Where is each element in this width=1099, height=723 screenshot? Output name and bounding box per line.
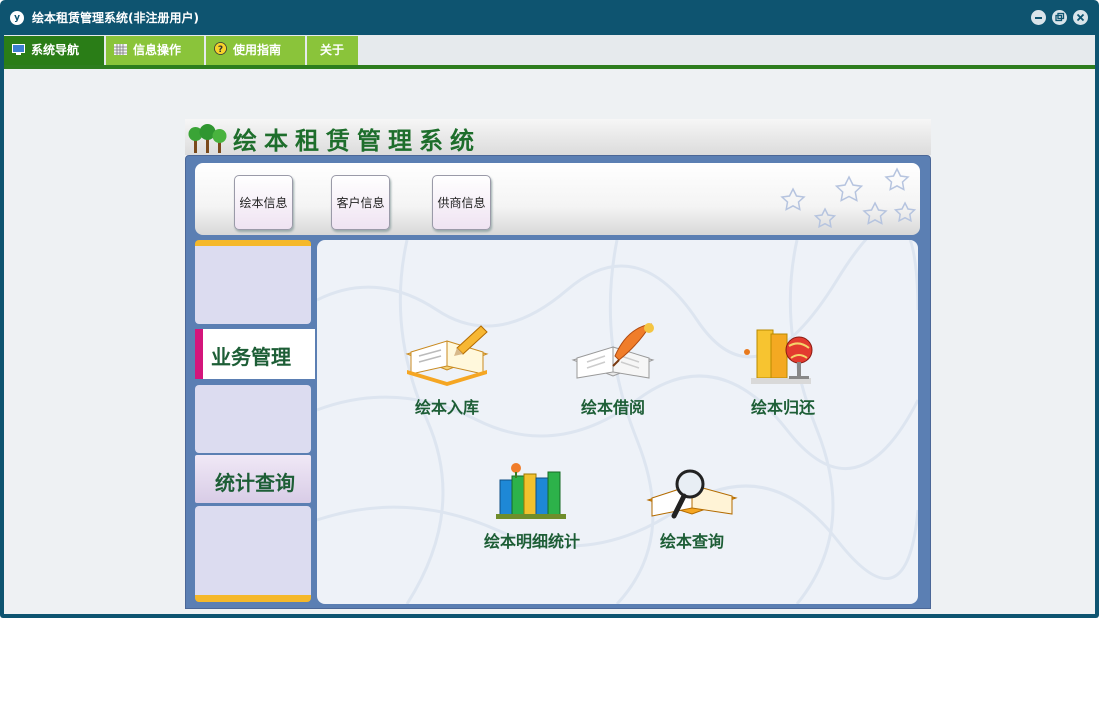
menu-info-ops[interactable]: 信息操作 bbox=[106, 36, 204, 65]
menu-label: 关于 bbox=[320, 43, 345, 57]
book-info-button[interactable]: 绘本信息 bbox=[234, 175, 293, 230]
trees-logo bbox=[188, 124, 227, 153]
menu-label: 信息操作 bbox=[133, 43, 182, 57]
help-icon: ? bbox=[214, 37, 227, 55]
sidebar-panel bbox=[195, 506, 311, 602]
stone-background-pattern bbox=[317, 240, 918, 604]
client-area: 系统导航 信息操作 ? 使用指南 关于 绘本租赁管理系统 绘本信息 客户信息 供… bbox=[4, 35, 1095, 614]
supplier-info-button[interactable]: 供商信息 bbox=[432, 175, 491, 230]
book-search-item[interactable]: 绘本查询 bbox=[637, 464, 747, 552]
book-detail-statistics-item[interactable]: 绘本明细统计 bbox=[467, 460, 597, 552]
open-book-quill-icon bbox=[571, 323, 655, 379]
app-window: y 绘本租赁管理系统(非注册用户) 系统导航 信息操作 ? 使用指南 关于 绘本… bbox=[0, 0, 1099, 618]
sidebar-tab-business[interactable]: 业务管理 bbox=[195, 329, 315, 379]
main-panel: 绘本入库 绘本借阅 绘本归还 绘本明细统计 绘本查询 bbox=[317, 240, 918, 604]
menu-user-guide[interactable]: ? 使用指南 bbox=[206, 36, 305, 65]
menu-label: 使用指南 bbox=[233, 43, 282, 57]
system-header: 绘本租赁管理系统 bbox=[185, 119, 931, 155]
book-pencil-icon bbox=[405, 325, 489, 386]
close-icon[interactable] bbox=[1073, 10, 1088, 25]
nav-frame: 绘本信息 客户信息 供商信息 业务管理 统计查询 绘本入库 绘本借阅 绘本归还 … bbox=[185, 155, 931, 609]
feature-label: 绘本入库 bbox=[414, 398, 479, 417]
minimize-icon[interactable] bbox=[1031, 10, 1046, 25]
app-icon: y bbox=[10, 11, 24, 25]
sidebar-tab-label: 统计查询 bbox=[215, 471, 295, 495]
sidebar-panel bbox=[195, 385, 311, 453]
feature-label: 绘本归还 bbox=[750, 398, 815, 417]
menu-about[interactable]: 关于 bbox=[307, 36, 358, 65]
window-title: 绘本租赁管理系统(非注册用户) bbox=[32, 11, 199, 25]
menu-label: 系统导航 bbox=[31, 43, 80, 57]
sidebar-tab-label: 业务管理 bbox=[211, 345, 291, 369]
feature-label: 绘本借阅 bbox=[580, 398, 645, 417]
sidebar: 业务管理 统计查询 bbox=[195, 240, 315, 603]
monitor-icon bbox=[12, 37, 25, 55]
title-bar[interactable]: y 绘本租赁管理系统(非注册用户) bbox=[0, 0, 1099, 35]
sidebar-panel bbox=[195, 240, 311, 324]
book-storage-item[interactable]: 绘本入库 bbox=[387, 320, 507, 418]
book-stack-globe-icon bbox=[744, 329, 813, 384]
system-title: 绘本租赁管理系统 bbox=[233, 127, 481, 155]
feature-label: 绘本明细统计 bbox=[483, 532, 580, 551]
magnifier-book-icon bbox=[646, 469, 738, 519]
sidebar-tab-statistics[interactable]: 统计查询 bbox=[195, 455, 311, 503]
top-button-bar: 绘本信息 客户信息 供商信息 bbox=[195, 163, 920, 235]
menu-bar: 系统导航 信息操作 ? 使用指南 关于 bbox=[4, 35, 1095, 69]
bookshelf-icon bbox=[496, 463, 566, 519]
book-return-item[interactable]: 绘本归还 bbox=[723, 316, 843, 418]
menu-system-nav[interactable]: 系统导航 bbox=[4, 36, 104, 65]
book-borrow-item[interactable]: 绘本借阅 bbox=[553, 320, 673, 418]
stars-decoration-icon bbox=[780, 167, 917, 229]
svg-text:?: ? bbox=[218, 45, 223, 55]
customer-info-button[interactable]: 客户信息 bbox=[331, 175, 390, 230]
feature-label: 绘本查询 bbox=[659, 532, 724, 551]
grid-icon bbox=[114, 37, 127, 55]
restore-icon[interactable] bbox=[1052, 10, 1067, 25]
